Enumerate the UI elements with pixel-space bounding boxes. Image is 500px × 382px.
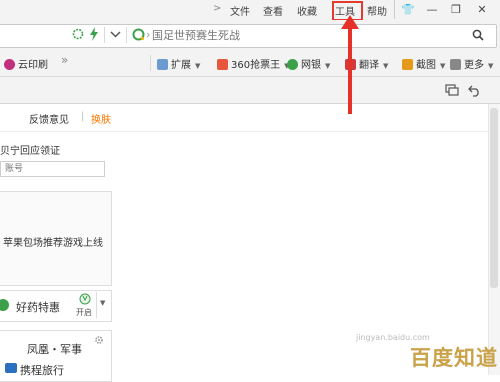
menu-view[interactable]: 查看 [263, 3, 283, 18]
ext-bank[interactable]: 网银 ▼ [287, 56, 330, 71]
search-engine-icon[interactable] [132, 28, 145, 41]
ticket-icon [217, 59, 228, 70]
pharmacy-divider [96, 292, 97, 318]
menu-file[interactable]: 文件 [230, 3, 250, 18]
chevron-down-icon[interactable]: ▼ [100, 299, 105, 307]
ext-more[interactable]: 更多 ▼ [450, 56, 493, 71]
toggle-icon[interactable] [79, 293, 91, 305]
pharmacy-label[interactable]: 好药特惠 [16, 299, 60, 315]
ext-ticket[interactable]: 360抢票王▼ [217, 56, 289, 71]
bookmarks-overflow[interactable]: » [61, 53, 68, 67]
link-separator: | [81, 111, 85, 122]
toggle-label[interactable]: 开启 [76, 307, 92, 318]
menu-help[interactable]: 帮助 [367, 3, 387, 18]
watermark-logo: 百度知道 [410, 346, 498, 370]
account-field[interactable] [0, 161, 105, 177]
cloud-print-icon [4, 59, 15, 70]
extensions-icon [157, 59, 168, 70]
pharmacy-icon [0, 299, 9, 311]
search-input[interactable] [152, 28, 432, 42]
chevron-down-icon[interactable] [110, 31, 121, 38]
screenshot-icon [402, 59, 413, 70]
window-divider [394, 0, 395, 19]
minimize-button[interactable]: — [420, 0, 444, 19]
bookmarks-divider [150, 55, 151, 71]
search-icon[interactable] [472, 29, 484, 41]
close-button[interactable]: ✕ [470, 0, 494, 19]
address-divider [104, 27, 105, 43]
menu-chevron[interactable]: > [213, 3, 221, 14]
ad-text[interactable]: 苹果包场推荐游戏上线 [3, 234, 103, 249]
watermark-url: jingyan.baidu.com [356, 333, 430, 342]
annotation-arrow [348, 26, 352, 114]
ext-extensions[interactable]: 扩展 ▼ [157, 56, 200, 71]
lightning-icon[interactable] [89, 27, 99, 41]
skin-link[interactable]: 换肤 [91, 111, 111, 126]
scrollbar-thumb[interactable] [490, 108, 498, 288]
tab-toolbar [0, 77, 500, 104]
travel-icon [5, 363, 17, 373]
secure-icon[interactable] [72, 28, 84, 40]
skin-icon[interactable]: 👕 [396, 0, 420, 19]
search-input-chevron: › [146, 28, 151, 41]
news-title[interactable]: 凤凰・军事 [27, 341, 82, 357]
undo-icon[interactable] [468, 84, 482, 97]
gear-icon[interactable] [94, 335, 104, 345]
maximize-button[interactable]: ❐ [444, 0, 468, 19]
content-divider [0, 131, 488, 132]
ext-screenshot[interactable]: 截图 ▼ [402, 56, 445, 71]
bank-icon [287, 59, 298, 70]
feedback-link[interactable]: 反馈意见 [29, 111, 69, 126]
tab-list-icon[interactable] [445, 84, 459, 96]
bookmark-cloud-print[interactable]: 云印刷 [4, 56, 48, 71]
travel-label[interactable]: 携程旅行 [20, 362, 64, 378]
headline-text[interactable]: 贝宁回应领证 [0, 142, 60, 157]
more-icon [450, 59, 461, 70]
address-divider [126, 27, 127, 43]
menu-favorites[interactable]: 收藏 [297, 3, 317, 18]
